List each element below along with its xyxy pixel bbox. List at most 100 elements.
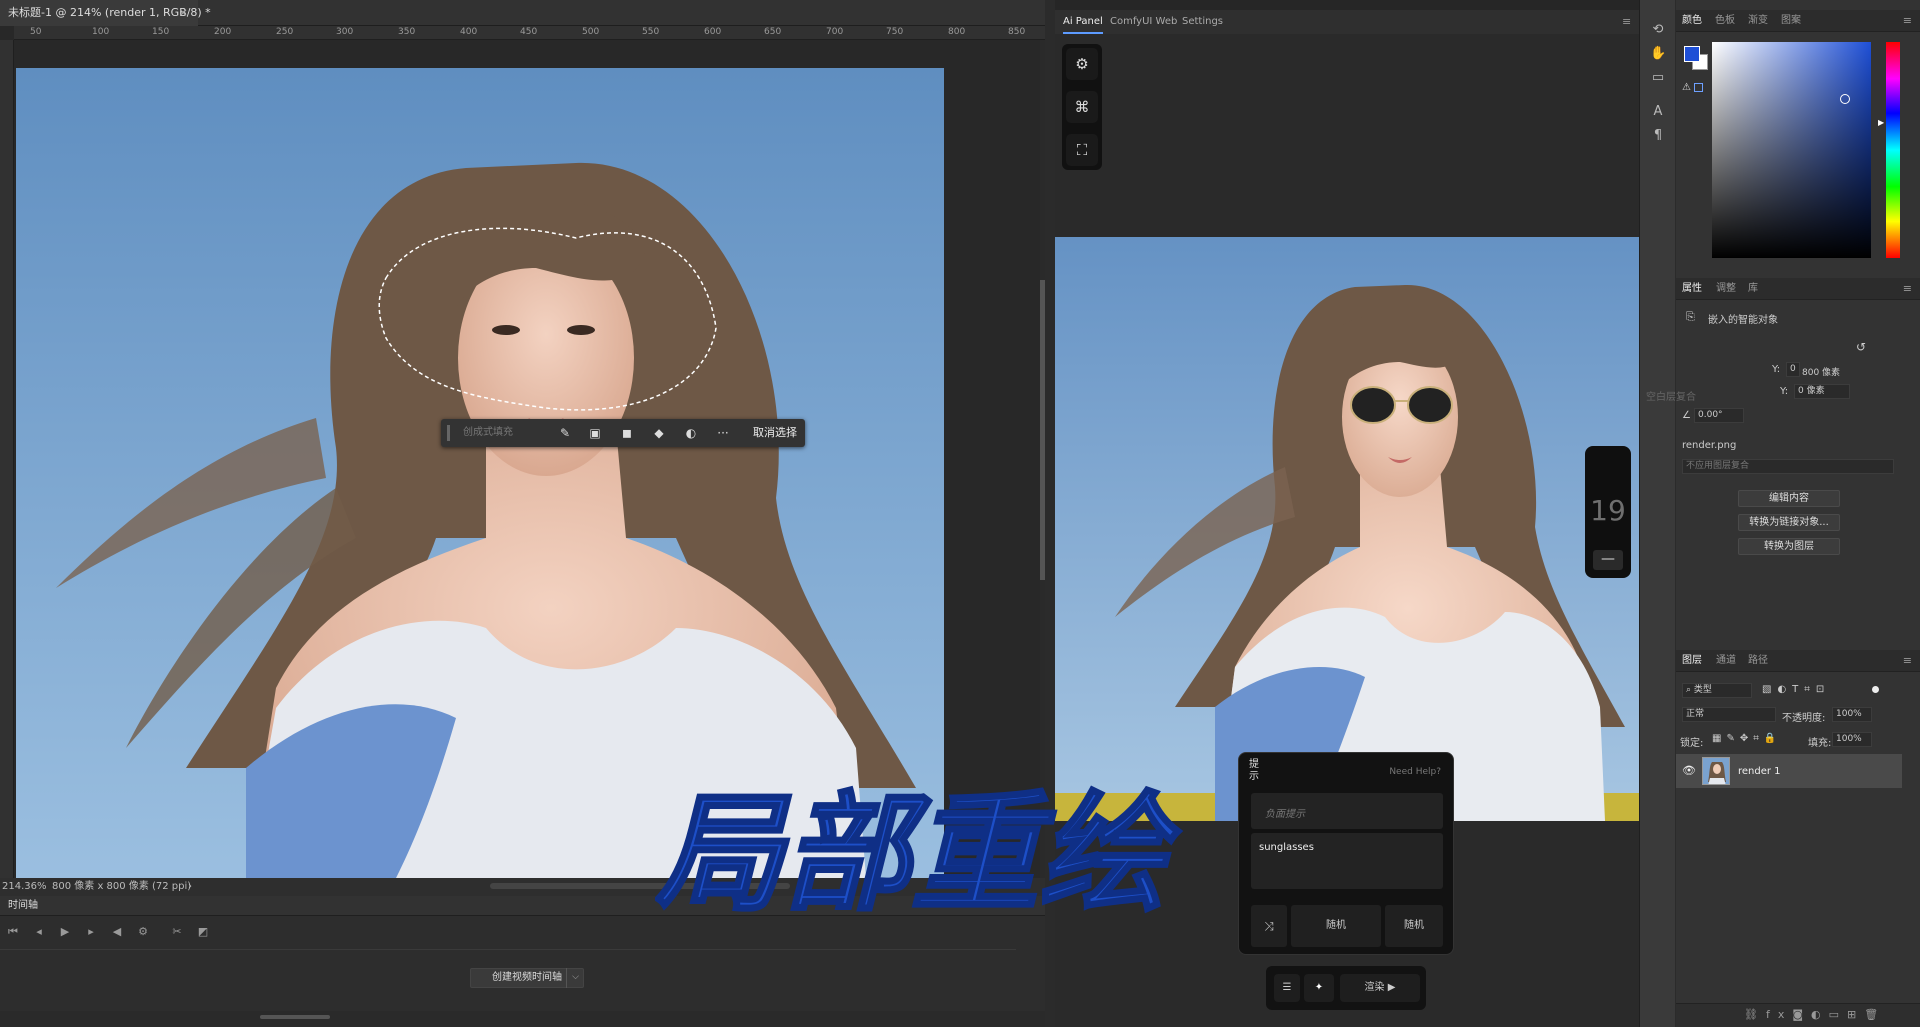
deselect-button[interactable]: 取消选择 <box>753 419 797 447</box>
web-safe-icon[interactable] <box>1694 83 1703 92</box>
smart-object-icon: ⎘ <box>1686 310 1695 323</box>
sparkle-icon[interactable]: ✦ <box>1304 974 1334 1002</box>
first-frame-icon[interactable]: ⏮ <box>6 925 20 939</box>
y-offset-field[interactable]: 0 像素 <box>1794 384 1850 399</box>
drag-handle[interactable] <box>447 425 450 441</box>
tab-libraries[interactable]: 库 <box>1748 278 1758 300</box>
brush-icon[interactable]: ✎ <box>557 425 573 441</box>
reset-icon[interactable]: ↺ <box>1856 340 1866 354</box>
panel-menu-icon[interactable]: ≡ <box>1903 650 1912 672</box>
tab-comfyui-web[interactable]: ComfyUI Web <box>1110 10 1177 34</box>
tab-ai-panel[interactable]: Ai Panel <box>1063 10 1103 34</box>
layer-comp-select[interactable]: 不应用图层复合 <box>1682 459 1894 474</box>
prev-frame-icon[interactable]: ◂ <box>32 925 46 939</box>
transition-icon[interactable]: ◩ <box>196 925 210 939</box>
random-seed-button[interactable]: 随机 <box>1385 905 1443 947</box>
zoom-level[interactable]: 214.36% <box>2 878 47 896</box>
tab-properties[interactable]: 属性 <box>1682 278 1702 300</box>
opacity-field[interactable]: 100% <box>1832 707 1872 722</box>
ruler-label: 350 <box>398 27 416 37</box>
tab-patterns[interactable]: 图案 <box>1781 10 1801 32</box>
character-icon[interactable]: A <box>1650 104 1666 120</box>
timeline-title[interactable]: 时间轴 <box>8 900 38 911</box>
color-picker-cursor[interactable] <box>1840 94 1850 104</box>
random-button[interactable]: 随机 <box>1291 905 1381 947</box>
ruler-label: 700 <box>826 27 844 37</box>
audio-icon[interactable]: ◀ <box>110 925 124 939</box>
ruler-label: 550 <box>642 27 660 37</box>
mask-icon[interactable]: ▣ <box>587 425 603 441</box>
render-button[interactable]: 渲染 ▶ <box>1340 974 1420 1002</box>
render-preview[interactable] <box>1055 237 1639 821</box>
zoom-control: 19 — <box>1585 446 1631 578</box>
tab-color[interactable]: 颜色 <box>1682 10 1702 32</box>
brush-preset-icon[interactable]: ✋ <box>1650 46 1666 62</box>
tab-paths[interactable]: 路径 <box>1748 650 1768 672</box>
history-icon[interactable]: ⟲ <box>1650 22 1666 38</box>
fullscreen-icon[interactable]: ⛶ <box>1066 134 1098 166</box>
more-icon[interactable]: ··· <box>715 425 731 441</box>
next-frame-icon[interactable]: ▸ <box>84 925 98 939</box>
need-help-link[interactable]: Need Help? <box>1389 767 1441 777</box>
positive-prompt-input[interactable]: sunglasses <box>1251 833 1443 889</box>
ruler-label: 100 <box>92 27 110 37</box>
render-bar: ☰ ✦ 渲染 ▶ <box>1266 966 1426 1010</box>
panel-menu-icon[interactable]: ≡ <box>1903 278 1912 300</box>
fill-field[interactable]: 100% <box>1832 732 1872 747</box>
height-value[interactable]: 800 像素 <box>1802 365 1840 378</box>
chevron-down-icon[interactable]: ⌵ <box>566 968 584 988</box>
document-tab[interactable]: 未标题-1 @ 214% (render 1, RGB/8) * × <box>0 0 211 26</box>
vertical-ruler <box>0 40 14 878</box>
foreground-color-swatch[interactable] <box>1684 46 1700 62</box>
lock-icons[interactable]: ▦✎✥⌗🔒 <box>1712 733 1781 744</box>
menu-icon[interactable]: ☰ <box>1274 974 1300 1002</box>
canvas-photo[interactable] <box>16 68 944 878</box>
layer-filter-select[interactable]: ⌕ 类型 <box>1682 683 1752 698</box>
y-field[interactable]: 0 <box>1786 362 1800 377</box>
layer-thumbnail[interactable] <box>1702 757 1730 785</box>
tab-layers[interactable]: 图层 <box>1682 650 1702 672</box>
layer-filter-label: 类型 <box>1693 685 1712 695</box>
status-arrow-icon[interactable]: › <box>188 878 192 896</box>
negative-prompt-input[interactable]: 负面提示 <box>1251 793 1443 829</box>
vertical-scrollbar[interactable] <box>1040 40 1045 878</box>
tab-settings[interactable]: Settings <box>1182 10 1223 34</box>
tab-gradients[interactable]: 渐变 <box>1748 10 1768 32</box>
opacity-label: 不透明度: <box>1782 713 1826 724</box>
gear-icon[interactable]: ⚙ <box>1066 48 1098 80</box>
zoom-slider[interactable] <box>260 1015 330 1019</box>
adjustment-icon[interactable]: ◐ <box>683 425 699 441</box>
visibility-eye-icon[interactable]: 👁 <box>1682 764 1696 777</box>
tab-channels[interactable]: 通道 <box>1716 650 1736 672</box>
paragraph-icon[interactable]: ¶ <box>1650 128 1666 144</box>
generative-fill-button[interactable]: 创成式填充 <box>463 419 513 447</box>
edit-contents-button[interactable]: 编辑内容 <box>1738 490 1840 507</box>
convert-to-layers-button[interactable]: 转换为图层 <box>1738 538 1840 555</box>
color-picker-field[interactable] <box>1712 42 1871 258</box>
settings-gear-icon[interactable]: ⚙ <box>136 925 150 939</box>
layer-actions-icons[interactable]: ⛓fx◙◐▭⊞🗑 <box>1744 1008 1886 1021</box>
blend-mode-select[interactable]: 正常 <box>1682 707 1776 722</box>
angle-field[interactable]: 0.00° <box>1694 408 1744 423</box>
zoom-minus-button[interactable]: — <box>1593 550 1623 570</box>
tab-swatches[interactable]: 色板 <box>1715 10 1735 32</box>
close-icon[interactable]: × <box>179 0 188 26</box>
render-label: 渲染 <box>1364 982 1385 993</box>
panel-menu-icon[interactable]: ≡ <box>1903 10 1912 32</box>
fill-icon[interactable]: ◆ <box>651 425 667 441</box>
scissors-icon[interactable]: ✂ <box>170 925 184 939</box>
warning-icon: ⚠ <box>1682 82 1691 93</box>
selection-mask-icon[interactable]: ◼ <box>619 425 635 441</box>
tab-adjustments[interactable]: 调整 <box>1716 278 1736 300</box>
filter-toggle-icon[interactable] <box>1872 686 1879 693</box>
layer-name[interactable]: render 1 <box>1738 766 1781 777</box>
hue-slider[interactable] <box>1886 42 1900 258</box>
create-video-timeline-label: 创建视频时间轴 <box>492 972 562 983</box>
panel-menu-icon[interactable]: ≡ <box>1622 15 1631 28</box>
hierarchy-icon[interactable]: ⌘ <box>1066 91 1098 123</box>
comment-icon[interactable]: ▭ <box>1650 70 1666 86</box>
layer-filter-icons[interactable]: ▧◐T⌗⊡ <box>1762 684 1830 695</box>
convert-to-linked-button[interactable]: 转换为链接对象... <box>1738 514 1840 531</box>
play-icon[interactable]: ▶ <box>58 925 72 939</box>
scrollbar-thumb[interactable] <box>1040 280 1045 580</box>
